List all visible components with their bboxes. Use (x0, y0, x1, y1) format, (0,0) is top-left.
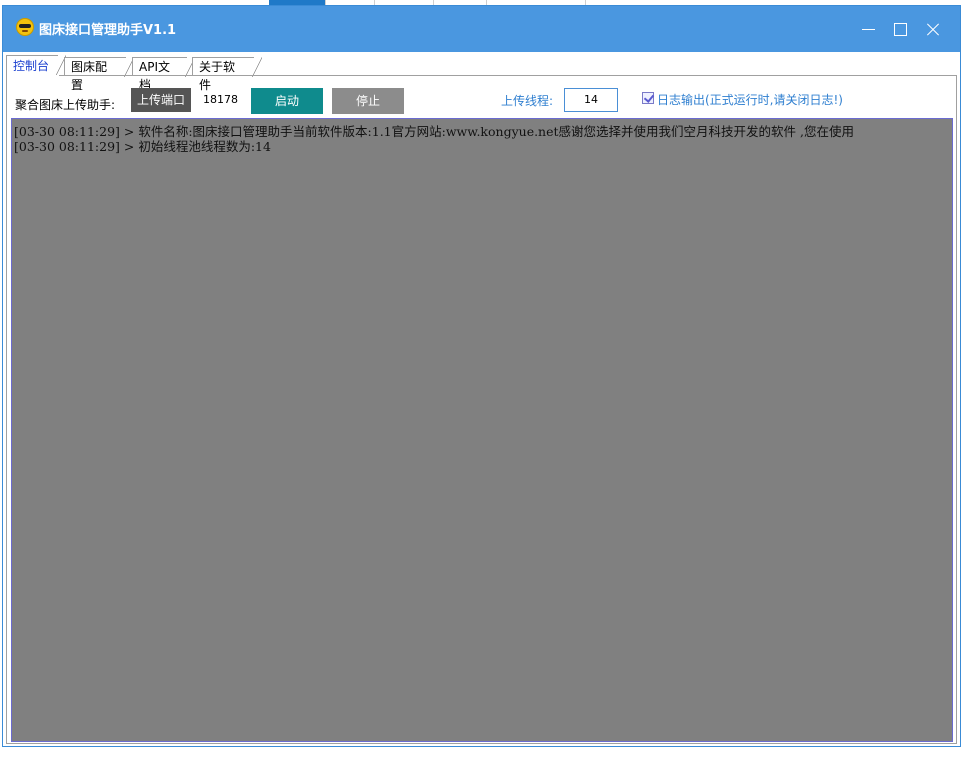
console-panel: 聚合图床上传助手: 上传端口 18178 启动 停止 上传线程: 14 日志输出… (6, 76, 957, 744)
tab-edge (252, 57, 262, 77)
log-line: [03-30 08:11:29] > 初始线程池线程数为:14 (14, 139, 271, 154)
port-value[interactable]: 18178 (203, 93, 238, 106)
tab-console[interactable]: 控制台 (6, 55, 66, 76)
tab-image-host-config[interactable]: 图床配置 (64, 57, 134, 92)
stop-button[interactable]: 停止 (332, 88, 404, 114)
upload-thread-label: 上传线程: (501, 94, 554, 108)
helper-label: 聚合图床上传助手: (15, 98, 116, 112)
log-console[interactable]: [03-30 08:11:29] > 软件名称:图床接口管理助手当前软件版本:1… (11, 118, 953, 742)
maximize-icon[interactable] (887, 15, 915, 43)
tab-api-docs[interactable]: API文档 (132, 57, 195, 92)
tab-about[interactable]: 关于软件 (192, 57, 262, 92)
app-logo-icon (16, 18, 34, 36)
log-output-checkbox[interactable] (642, 92, 654, 104)
close-icon[interactable] (919, 15, 947, 43)
upload-port-button[interactable]: 上传端口 (131, 88, 191, 112)
window-title: 图床接口管理助手V1.1 (39, 23, 177, 38)
minimize-icon[interactable] (855, 15, 883, 43)
title-bar[interactable]: 图床接口管理助手V1.1 (3, 6, 960, 52)
tab-console-label: 控制台 (13, 59, 50, 73)
start-button[interactable]: 启动 (251, 88, 323, 114)
log-output-label[interactable]: 日志输出(正式运行时,请关闭日志!) (657, 91, 843, 108)
tab-bar: 控制台 图床配置 API文档 关于软件 (3, 52, 960, 92)
app-window: 图床接口管理助手V1.1 控制台 图床配置 API文档 关于软件 聚合图床上传助… (2, 5, 961, 747)
upload-thread-input[interactable]: 14 (564, 88, 618, 112)
